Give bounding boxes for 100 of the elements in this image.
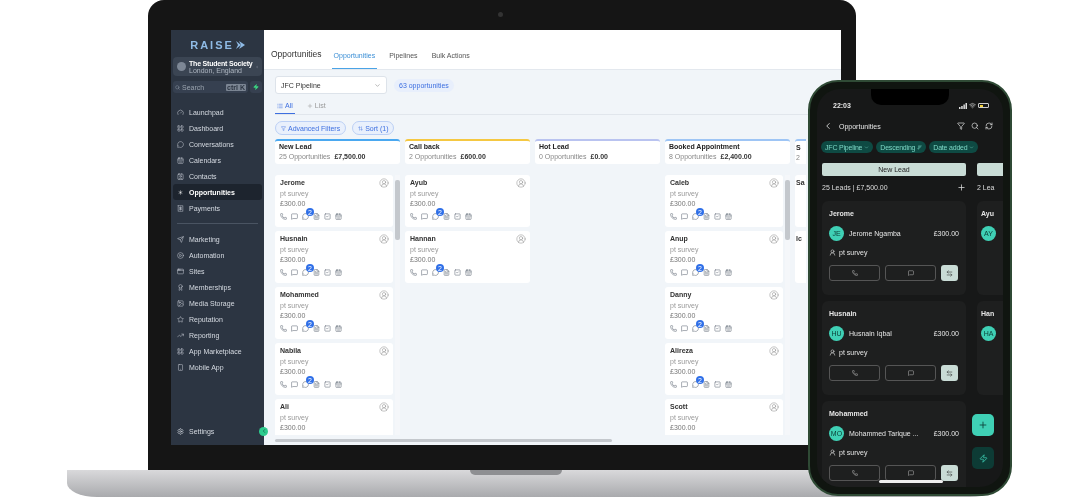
document-icon[interactable] — [313, 325, 320, 333]
phone-icon[interactable] — [410, 269, 417, 277]
phone-icon[interactable] — [670, 381, 677, 389]
sort-icon — [917, 144, 923, 150]
calendar-icon[interactable] — [725, 213, 732, 221]
plus-icon[interactable] — [957, 182, 966, 192]
phone-icon[interactable] — [670, 325, 677, 333]
checkbox-icon[interactable] — [454, 269, 461, 277]
refresh-icon[interactable] — [985, 122, 993, 130]
calendar-icon[interactable] — [335, 269, 342, 277]
checkbox-icon[interactable] — [714, 381, 721, 389]
document-icon[interactable] — [703, 381, 710, 389]
document-icon[interactable] — [703, 325, 710, 333]
scrollbar[interactable] — [785, 175, 790, 435]
person-icon[interactable] — [769, 346, 779, 356]
chat-icon[interactable] — [302, 381, 309, 389]
phone-icon[interactable] — [280, 325, 287, 333]
person-icon[interactable] — [769, 234, 779, 244]
phone-icon[interactable] — [280, 269, 287, 277]
move-button[interactable] — [941, 265, 958, 281]
document-icon[interactable] — [443, 213, 450, 221]
phone-icon[interactable] — [670, 213, 677, 221]
person-icon[interactable] — [516, 234, 526, 244]
chat-icon[interactable] — [432, 269, 439, 277]
search-icon[interactable] — [971, 122, 979, 130]
phone-icon[interactable] — [280, 213, 287, 221]
chat-icon[interactable] — [302, 325, 309, 333]
document-icon[interactable] — [313, 269, 320, 277]
collapse-button[interactable] — [259, 426, 268, 436]
move-button[interactable] — [941, 365, 958, 381]
calendar-icon[interactable] — [725, 381, 732, 389]
chat-icon[interactable] — [432, 213, 439, 221]
call-button[interactable] — [829, 465, 880, 481]
document-icon[interactable] — [443, 269, 450, 277]
message-icon — [907, 270, 914, 276]
phone-icon — [851, 370, 858, 376]
checkbox-icon[interactable] — [714, 325, 721, 333]
chevron-icon — [260, 428, 267, 434]
message-icon[interactable] — [291, 269, 298, 277]
lightning-icon — [253, 84, 259, 90]
person-icon[interactable] — [769, 290, 779, 300]
person-icon[interactable] — [379, 402, 389, 412]
message-icon[interactable] — [681, 269, 688, 277]
chat-icon[interactable] — [692, 381, 699, 389]
chat-icon[interactable] — [692, 269, 699, 277]
chat-icon[interactable] — [302, 213, 309, 221]
person-icon[interactable] — [769, 178, 779, 188]
message-icon[interactable] — [421, 269, 428, 277]
calendar-icon[interactable] — [725, 269, 732, 277]
person-icon[interactable] — [379, 290, 389, 300]
quick-action-button[interactable] — [972, 447, 994, 469]
signal-icon — [959, 102, 967, 109]
grid-icon — [177, 124, 184, 132]
person-icon[interactable] — [516, 178, 526, 188]
filter-icon — [281, 125, 286, 131]
scrollbar[interactable] — [275, 439, 612, 442]
person-icon[interactable] — [379, 346, 389, 356]
message-icon[interactable] — [681, 325, 688, 333]
message-icon[interactable] — [681, 213, 688, 221]
message-icon[interactable] — [291, 325, 298, 333]
checkbox-icon[interactable] — [324, 213, 331, 221]
add-button[interactable] — [250, 81, 262, 93]
message-icon[interactable] — [681, 381, 688, 389]
calendar-icon[interactable] — [335, 325, 342, 333]
checkbox-icon[interactable] — [324, 381, 331, 389]
message-icon[interactable] — [291, 213, 298, 221]
document-icon[interactable] — [313, 213, 320, 221]
person-icon[interactable] — [769, 402, 779, 412]
checkbox-icon[interactable] — [714, 269, 721, 277]
add-button[interactable] — [972, 414, 994, 436]
chat-icon[interactable] — [302, 269, 309, 277]
chat-icon[interactable] — [692, 213, 699, 221]
phone-icon[interactable] — [670, 269, 677, 277]
chat-icon[interactable] — [692, 325, 699, 333]
phone-icon[interactable] — [410, 213, 417, 221]
calendar-icon[interactable] — [335, 213, 342, 221]
checkbox-icon[interactable] — [714, 213, 721, 221]
checkbox-icon[interactable] — [454, 213, 461, 221]
call-button[interactable] — [829, 265, 880, 281]
checkbox-icon[interactable] — [324, 325, 331, 333]
message-icon[interactable] — [421, 213, 428, 221]
list-icon — [277, 102, 283, 109]
document-icon[interactable] — [703, 213, 710, 221]
calendar-icon[interactable] — [465, 269, 472, 277]
document-icon[interactable] — [313, 381, 320, 389]
filter-icon[interactable] — [957, 122, 965, 130]
person-icon[interactable] — [379, 234, 389, 244]
person-icon[interactable] — [379, 178, 389, 188]
move-button[interactable] — [941, 465, 958, 481]
checkbox-icon[interactable] — [324, 269, 331, 277]
calendar-icon[interactable] — [725, 325, 732, 333]
message-icon[interactable] — [291, 381, 298, 389]
calendar-icon[interactable] — [465, 213, 472, 221]
back-icon[interactable] — [823, 121, 833, 131]
call-button[interactable] — [829, 365, 880, 381]
scrollbar[interactable] — [395, 175, 400, 435]
phone-icon — [851, 270, 858, 276]
phone-icon[interactable] — [280, 381, 287, 389]
calendar-icon[interactable] — [335, 381, 342, 389]
document-icon[interactable] — [703, 269, 710, 277]
